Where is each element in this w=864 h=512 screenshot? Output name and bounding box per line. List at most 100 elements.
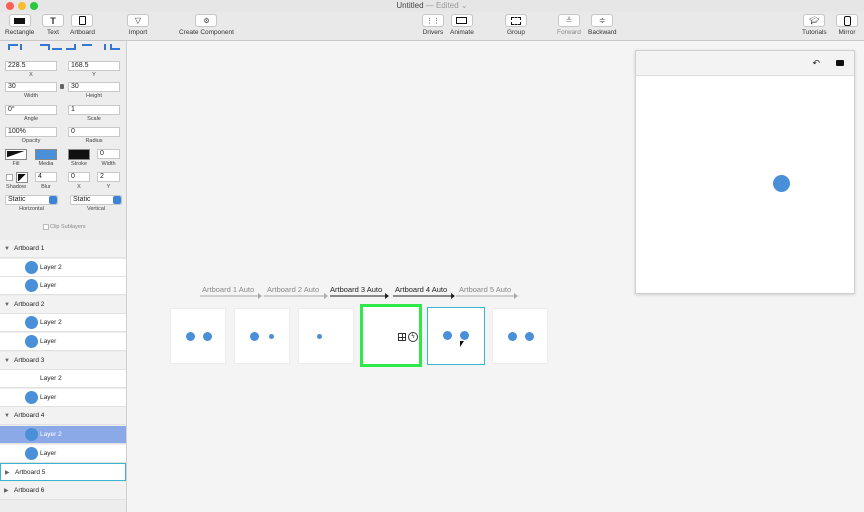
edited-indicator[interactable]: — Edited ⌄ (426, 1, 468, 10)
preview-circle[interactable] (773, 175, 790, 192)
vertical-select[interactable]: Static (70, 195, 122, 205)
angle-field[interactable]: 0° (5, 105, 57, 115)
circle-layer[interactable] (203, 332, 212, 341)
shadow-swatch[interactable] (16, 172, 28, 183)
horizontal-select[interactable]: Static (5, 195, 58, 205)
circle-layer[interactable] (269, 334, 274, 339)
layer-row[interactable]: Layer 2 (0, 258, 126, 277)
close-window-button[interactable] (6, 2, 14, 10)
shadow-swatch-fill (18, 174, 26, 181)
mirror-button[interactable]: Mirror (836, 14, 858, 36)
import-button[interactable]: ▽ Import (127, 14, 149, 36)
disclosure-expanded-icon[interactable]: ▼ (4, 352, 10, 370)
lock-icon[interactable] (60, 84, 64, 89)
layer-group-row[interactable]: ▼ Artboard 4 (0, 407, 126, 426)
transition-label-5[interactable]: Artboard 5 Auto (459, 285, 511, 294)
layer-group-row[interactable]: ▶ Artboard 5 (0, 463, 126, 482)
select-arrows-icon (113, 196, 121, 204)
disclosure-expanded-icon[interactable]: ▼ (4, 240, 10, 258)
circle-layer[interactable] (460, 331, 469, 340)
x-field[interactable]: 228.5 (5, 61, 57, 71)
layer-row[interactable]: Layer 2 (0, 314, 126, 333)
shadow-label: Shadow (6, 184, 26, 190)
artboard-4-selected[interactable]: ϟ (360, 304, 422, 367)
align-left-icon[interactable] (8, 44, 18, 50)
preview-window[interactable]: ↶ (635, 50, 855, 294)
tutorials-button[interactable]: 🎓︎ Tutorials (802, 14, 827, 36)
grid-icon[interactable] (398, 333, 406, 341)
shadow-y-field[interactable]: 2 (97, 172, 120, 182)
clip-sublayers-checkbox[interactable] (43, 224, 49, 230)
radius-field[interactable]: 0 (68, 127, 120, 137)
minimize-window-button[interactable] (18, 2, 26, 10)
y-field[interactable]: 168.5 (68, 61, 120, 71)
layer-row[interactable]: Layer (0, 444, 126, 463)
circle-layer[interactable] (508, 332, 517, 341)
layer-group-row[interactable]: ▼ Artboard 3 (0, 351, 126, 370)
backward-button[interactable]: ≑ Backward (588, 14, 617, 36)
animate-button[interactable]: Animate (450, 14, 474, 36)
video-camera-icon[interactable] (836, 60, 844, 66)
stroke-width-field[interactable]: 0 (97, 149, 120, 159)
layer-row[interactable]: Layer (0, 388, 126, 407)
blur-field[interactable]: 4 (35, 172, 57, 182)
transition-label-3[interactable]: Artboard 3 Auto (330, 285, 382, 294)
align-top-icon[interactable] (82, 44, 92, 50)
forward-button[interactable]: ≚ Forward (557, 14, 581, 36)
create-component-button[interactable]: ⚙ Create Component (179, 14, 234, 36)
layer-row[interactable]: Layer (0, 333, 126, 351)
layer-group-row[interactable]: ▼ Artboard 1 (0, 240, 126, 258)
layer-group-row[interactable]: ▼ Artboard 2 (0, 295, 126, 314)
scale-field[interactable]: 1 (68, 105, 120, 115)
align-center-icon[interactable] (20, 44, 30, 50)
circle-layer[interactable] (443, 331, 452, 340)
create-component-label: Create Component (179, 29, 234, 36)
height-field[interactable]: 30 (68, 82, 120, 92)
rectangle-tool[interactable]: Rectangle (5, 14, 34, 36)
artboard-2[interactable] (234, 308, 290, 364)
align-middle-icon[interactable] (66, 44, 76, 50)
layer-row[interactable]: Layer 2 (0, 370, 126, 389)
disclosure-collapsed-icon[interactable]: ▶ (5, 464, 10, 482)
disclosure-collapsed-icon[interactable]: ▶ (4, 482, 9, 500)
group-button[interactable]: Group (505, 14, 527, 36)
drivers-button[interactable]: ⋮⋮ Drivers (422, 14, 444, 36)
artboard-5[interactable] (427, 307, 485, 365)
align-distribute-icon[interactable] (52, 44, 62, 50)
opacity-field[interactable]: 100% (5, 127, 57, 137)
media-swatch[interactable] (35, 149, 57, 160)
circle-layer[interactable] (186, 332, 195, 341)
align-bottom-icon[interactable] (110, 44, 120, 50)
undo-icon[interactable]: ↶ (812, 58, 820, 69)
disclosure-expanded-icon[interactable]: ▼ (4, 407, 10, 425)
transition-label-2[interactable]: Artboard 2 Auto (267, 285, 319, 294)
text-tool[interactable]: T Text (42, 14, 64, 36)
group-label: Group (506, 29, 526, 36)
shadow-checkbox[interactable] (6, 174, 13, 181)
circle-layer[interactable] (250, 332, 259, 341)
artboard-6[interactable] (492, 308, 548, 364)
zoom-window-button[interactable] (30, 2, 38, 10)
shadow-x-field[interactable]: 0 (68, 172, 90, 182)
layer-row[interactable]: Layer (0, 277, 126, 296)
circle-layer[interactable] (525, 332, 534, 341)
lightning-icon[interactable]: ϟ (408, 332, 418, 342)
artboard-tool[interactable]: Artboard (70, 14, 95, 36)
inspector-sidebar: 228.5 168.5 X Y 30 30 Width Height 0° 1 … (0, 41, 127, 512)
align-vertical-center-icon[interactable] (96, 44, 106, 50)
layer-group-row[interactable]: ▶ Artboard 6 (0, 481, 126, 500)
artboard-3[interactable] (298, 308, 354, 364)
circle-layer[interactable] (317, 334, 322, 339)
cursor-icon (460, 341, 464, 347)
disclosure-expanded-icon[interactable]: ▼ (4, 296, 10, 314)
stroke-swatch[interactable] (68, 149, 90, 160)
layer-thumbnail-icon (25, 260, 38, 274)
artboard-1[interactable] (170, 308, 226, 364)
width-field[interactable]: 30 (5, 82, 57, 92)
tutorials-label: Tutorials (802, 29, 827, 36)
transition-label-4[interactable]: Artboard 4 Auto (395, 285, 447, 294)
layer-row[interactable]: Layer 2 (0, 426, 126, 444)
fill-swatch[interactable] (5, 149, 27, 160)
transition-label-1[interactable]: Artboard 1 Auto (202, 285, 254, 294)
align-right-icon[interactable] (40, 44, 50, 50)
